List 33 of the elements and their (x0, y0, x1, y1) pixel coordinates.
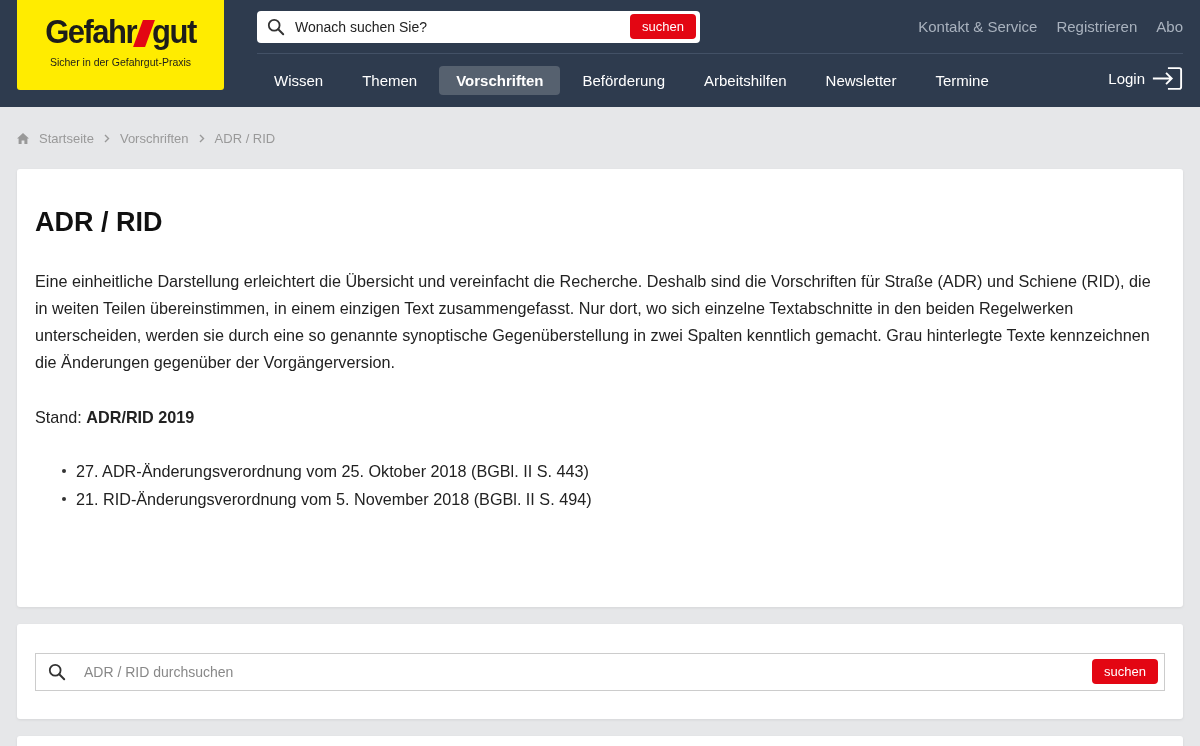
bullet-icon (62, 497, 66, 501)
logo-text: gut (152, 12, 196, 52)
login-link[interactable]: Login (1108, 65, 1183, 91)
top-link[interactable]: Abo (1156, 18, 1183, 35)
search-field[interactable]: ADR / RID durchsuchen suchen (35, 652, 1165, 691)
list-item: 27. ADR-Änderungsverordnung vom 25. Oktober 2018 (BGBl. II S. 443) (76, 461, 589, 482)
search-field[interactable]: Wonach suchen Sie? suchen (257, 10, 700, 43)
top-link[interactable]: Kontakt & Service (918, 18, 1038, 35)
search-button[interactable]: suchen (630, 14, 696, 39)
nav-tab[interactable]: Termine (918, 66, 1006, 95)
nav-tab[interactable]: Themen (345, 66, 435, 95)
nav-tab[interactable]: Arbeitshilfen (687, 66, 804, 95)
search-icon (267, 17, 285, 36)
home-icon[interactable] (17, 132, 29, 144)
logo-tagline: Sicher in der Gefahrgut-Praxis (49, 56, 192, 68)
nav-tab[interactable]: Wissen (257, 66, 341, 95)
logo-text: Gefahr (45, 12, 137, 52)
login-label: Login (1108, 69, 1145, 87)
login-icon (1151, 65, 1183, 91)
logo[interactable]: Gefahr gut Sicher in der Gefahrgut-Praxis (17, 0, 224, 90)
chevron-icon (103, 133, 110, 143)
page-title: ADR / RID (35, 207, 164, 238)
bullet-icon (62, 469, 66, 473)
list-item: 21. RID-Änderungsverordnung vom 5. November 2018 (BGBl. II S. 494) (76, 489, 592, 510)
nav-tab[interactable]: Newsletter (808, 66, 914, 95)
search-button[interactable]: suchen (1092, 659, 1158, 684)
intro-paragraph: Eine einheitliche Darstellung erleichtert die Übersicht und vereinfacht die Recherche. Deshalb sind die Vorschriften für Straße (ADR) und Schiene (RID), die in weiten Teilen übereinstimmen, in einem einzigen Text zusammengefasst. Nur dort, wo sich einzelne Textabschnitte in den beiden Regelwerken unterscheiden, werden sie durch eine so genannte synoptische Gegenüberstellung in zwei Spalten kenntlich gemacht. Grau hinterlegte Texte kennzeichnen die Änderungen gegenüber der Vorgängerversion. (35, 271, 1152, 373)
nav-tab[interactable]: Vorschriften (439, 66, 561, 95)
search-icon (48, 662, 66, 681)
top-link[interactable]: Registrieren (1056, 18, 1138, 35)
status-text: Stand: ADR/RID 2019 (35, 408, 196, 427)
chevron-icon (198, 133, 205, 143)
nav-tab[interactable]: Beförderung (565, 66, 683, 95)
